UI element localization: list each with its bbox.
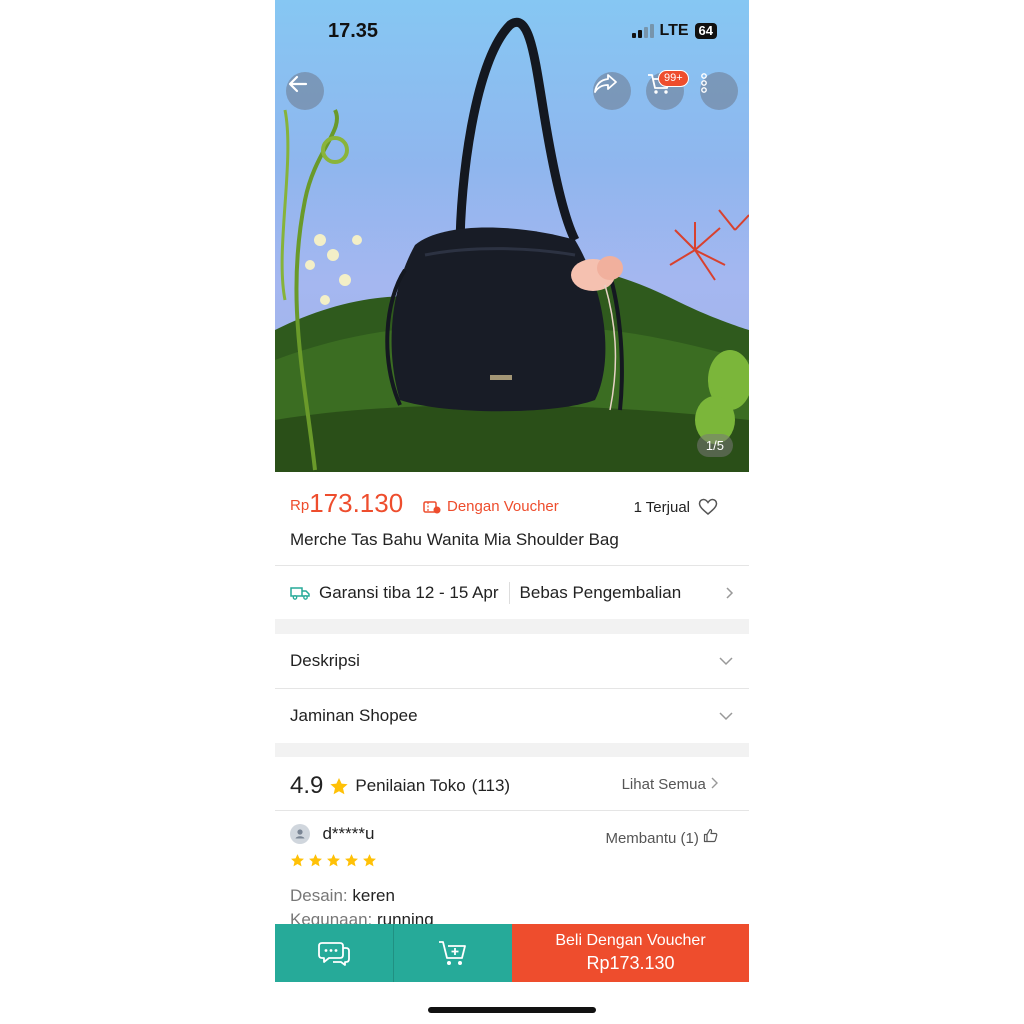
star-icon <box>345 854 358 867</box>
see-all-label: Lihat Semua <box>621 776 706 793</box>
price-value: 173.130 <box>309 488 404 518</box>
truck-icon <box>290 587 310 600</box>
section-spacer <box>275 743 749 757</box>
helpful-button[interactable]: Membantu (1) <box>605 828 718 847</box>
currency-label: Rp <box>290 497 310 514</box>
rating-label: Penilaian Toko <box>355 776 466 795</box>
share-icon <box>594 74 617 93</box>
heart-icon[interactable] <box>698 498 718 516</box>
design-value: keren <box>352 886 395 905</box>
shipping-row[interactable]: Garansi tiba 12 - 15 Apr Bebas Pengembal… <box>290 580 734 606</box>
product-title: Merche Tas Bahu Wanita Mia Shoulder Bag <box>290 530 619 549</box>
guarantee-accordion[interactable]: Jaminan Shopee <box>290 703 734 729</box>
more-vertical-icon <box>701 73 707 93</box>
rating-count: (113) <box>471 776 511 795</box>
design-key: Desain: <box>290 886 348 905</box>
thumbs-up-icon <box>703 828 718 843</box>
status-indicators: LTE 64 <box>631 22 717 40</box>
avatar <box>290 824 310 844</box>
arrow-left-icon <box>288 75 308 93</box>
reviewer-name: d*****u <box>322 824 375 843</box>
user-icon <box>295 829 305 839</box>
delivery-guarantee: Garansi tiba 12 - 15 Apr <box>319 583 499 602</box>
section-spacer <box>275 619 749 634</box>
sold-count: 1 Terjual <box>633 498 690 516</box>
back-button[interactable] <box>286 72 324 110</box>
review-stars <box>290 853 377 868</box>
star-icon <box>291 854 304 867</box>
review-design: Desain: keren <box>290 886 395 906</box>
voucher-label[interactable]: Dengan Voucher <box>423 498 559 515</box>
separator <box>508 582 510 604</box>
description-accordion[interactable]: Deskripsi <box>290 648 734 674</box>
chat-icon <box>318 942 350 966</box>
free-returns: Bebas Pengembalian <box>519 583 682 602</box>
cart-badge: 99+ <box>658 70 689 87</box>
network-label: LTE <box>659 22 689 39</box>
signal-icon <box>631 24 654 38</box>
product-price: Rp173.130 <box>290 488 403 519</box>
add-to-cart-button[interactable] <box>394 924 512 982</box>
add-cart-icon <box>439 941 466 965</box>
buy-price: Rp173.130 <box>586 953 675 973</box>
status-time: 17.35 <box>328 20 379 42</box>
chevron-down-icon <box>719 657 733 666</box>
battery-icon: 64 <box>694 23 717 39</box>
review-item: d*****u Membantu (1) Desain: keren Kegun… <box>290 824 734 929</box>
voucher-text: Dengan Voucher <box>447 498 559 515</box>
home-indicator[interactable] <box>428 1007 596 1013</box>
rating-score: 4.9 <box>290 772 324 799</box>
guarantee-label: Jaminan Shopee <box>290 706 418 725</box>
star-icon <box>327 854 340 867</box>
voucher-icon <box>423 500 441 513</box>
divider <box>275 688 749 689</box>
more-button[interactable] <box>700 72 738 110</box>
shop-rating-row: 4.9 Penilaian Toko (113) Lihat Semua <box>290 770 734 802</box>
share-button[interactable] <box>593 72 631 110</box>
helpful-label: Membantu (1) <box>605 830 699 847</box>
chevron-right-icon <box>711 777 718 789</box>
sold-info: 1 Terjual <box>634 498 718 516</box>
bottom-action-bar: Beli Dengan Voucher Rp173.130 <box>275 924 749 982</box>
chevron-down-icon <box>719 712 733 721</box>
price-row: Rp173.130 Dengan Voucher 1 Terjual <box>290 488 734 524</box>
buy-with-voucher-button[interactable]: Beli Dengan Voucher Rp173.130 <box>512 924 749 982</box>
chat-button[interactable] <box>275 924 394 982</box>
product-image[interactable]: 17.35 LTE 64 99+ 1/5 <box>275 0 749 472</box>
product-page: 17.35 LTE 64 99+ 1/5 Rp173.130 Dengan Vo… <box>275 0 749 1024</box>
star-icon <box>363 854 376 867</box>
description-label: Deskripsi <box>290 651 360 670</box>
divider <box>275 810 749 811</box>
divider <box>275 565 749 566</box>
image-counter: 1/5 <box>696 434 733 457</box>
star-icon <box>309 854 322 867</box>
chevron-right-icon <box>726 587 734 599</box>
buy-label: Beli Dengan Voucher <box>555 932 706 949</box>
star-icon <box>330 777 348 794</box>
see-all-link[interactable]: Lihat Semua <box>622 776 718 793</box>
